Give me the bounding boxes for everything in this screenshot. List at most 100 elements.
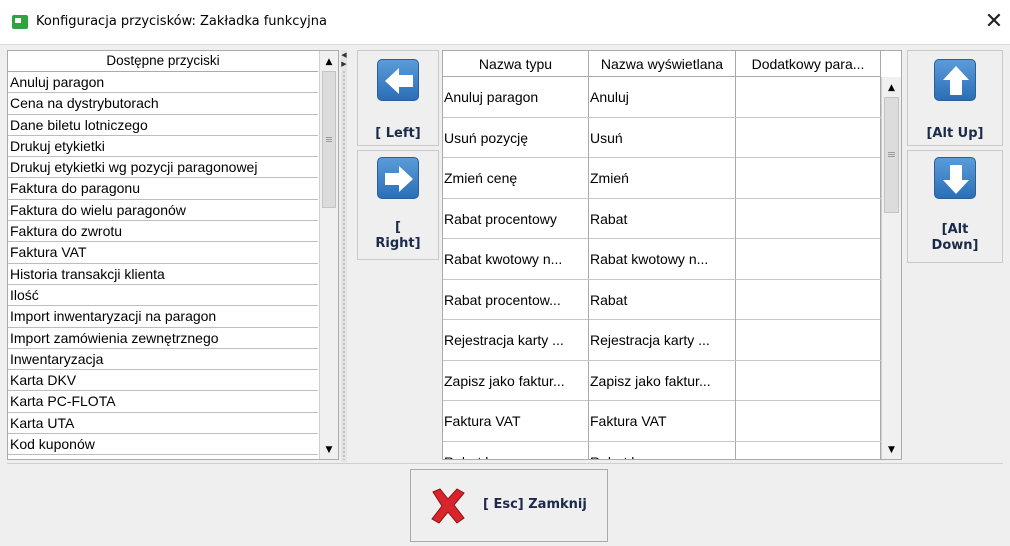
scroll-down-arrow-icon[interactable]: ▼ [320,441,338,459]
available-list-scrollbar[interactable]: ▲ ▼ [319,51,338,459]
scroll-up-arrow-icon[interactable]: ▲ [320,53,338,71]
arrow-down-icon [934,157,976,199]
move-left-label: [ Left] [375,126,421,141]
column-header-display-name[interactable]: Nazwa wyświetlana [589,51,736,77]
cell-display-name[interactable]: Anuluj [589,77,736,117]
cell-display-name[interactable]: Rabat kwotowy n... [589,239,736,279]
panel-splitter[interactable]: ◀ ▶ [341,50,347,462]
window-title: Konfiguracja przycisków: Zakładka funkcy… [36,14,327,29]
cell-extra-param[interactable] [736,401,881,441]
move-up-button[interactable]: [Alt Up] [907,50,1003,146]
cell-extra-param[interactable] [736,117,881,158]
table-row[interactable]: Zmień cenę Zmień [443,158,881,199]
table-scrollbar[interactable]: ▲ ▼ [881,77,901,459]
cell-type-name[interactable]: Rabat kuponowy [443,441,589,459]
available-buttons-header: Dostępne przyciski [8,51,318,72]
available-buttons-list: Dostępne przyciski Anuluj paragon Cena na… [7,50,339,460]
list-item[interactable]: Drukuj etykietki [8,136,318,158]
cell-display-name[interactable]: Zmień [589,158,736,198]
close-dialog-label: [ Esc] Zamknij [483,497,587,512]
cell-type-name[interactable]: Faktura VAT [443,401,589,441]
splitter-collapse-left-icon[interactable]: ◀ [341,51,347,59]
list-item[interactable]: Karta DKV [8,370,318,392]
list-item[interactable]: Kod kuponów [8,434,318,456]
cell-extra-param[interactable] [736,320,881,360]
list-item[interactable]: Faktura VAT [8,242,318,264]
cell-display-name[interactable]: Rabat kuponowy [589,441,736,459]
table-row[interactable]: Rabat procentowy Rabat [443,198,881,239]
close-dialog-button[interactable]: [ Esc] Zamknij [410,469,608,542]
cell-display-name[interactable]: Zapisz jako faktur... [589,360,736,401]
table-header: Nazwa typu Nazwa wyświetlana Dodatkowy p… [443,51,881,77]
move-left-button[interactable]: [ Left] [357,50,439,146]
dialog-content: Dostępne przyciski Anuluj paragon Cena na… [0,45,1010,546]
arrow-up-icon [934,59,976,101]
column-header-type-name[interactable]: Nazwa typu [443,51,589,77]
list-item[interactable]: Karta UTA [8,413,318,435]
cell-type-name[interactable]: Usuń pozycję [443,117,589,158]
list-item[interactable]: Historia transakcji klienta [8,264,318,285]
table-row[interactable]: Rabat procentow... Rabat [443,279,881,320]
cell-display-name[interactable]: Faktura VAT [589,401,736,441]
table-row[interactable]: Zapisz jako faktur... Zapisz jako faktur.… [443,360,881,401]
cell-display-name[interactable]: Rabat [589,198,736,239]
move-right-button[interactable]: [ Right] [357,150,439,260]
list-item[interactable]: Import inwentaryzacji na paragon [8,306,318,328]
cell-extra-param[interactable] [736,279,881,320]
list-item[interactable]: Drukuj etykietki wg pozycji paragonowej [8,157,318,179]
cell-display-name[interactable]: Rejestracja karty ... [589,320,736,360]
move-down-label-line1: [Alt [941,222,969,237]
cell-extra-param[interactable] [736,198,881,239]
move-down-button[interactable]: [Alt Down] [907,150,1003,263]
cell-extra-param[interactable] [736,77,881,117]
available-list-scroll-thumb[interactable] [322,71,336,208]
list-item[interactable]: Ilość [8,285,318,307]
title-bar: Konfiguracja przycisków: Zakładka funkcy… [0,0,1010,45]
list-item[interactable]: Faktura do zwrotu [8,221,318,243]
move-down-label-line2: Down] [931,238,979,253]
cell-type-name[interactable]: Zapisz jako faktur... [443,360,589,401]
available-buttons-rows: Anuluj paragon Cena na dystrybutorach Dane… [8,72,318,456]
list-item[interactable]: Faktura do paragonu [8,178,318,200]
list-item[interactable]: Dane biletu lotniczego [8,115,318,136]
table-scroll-thumb[interactable] [884,97,899,213]
table-scroll-down-arrow-icon[interactable]: ▼ [882,441,901,459]
selected-buttons-table: Nazwa typu Nazwa wyświetlana Dodatkowy p… [442,50,902,460]
table-row[interactable]: Usuń pozycję Usuń [443,117,881,158]
cell-extra-param[interactable] [736,158,881,198]
cell-type-name[interactable]: Rejestracja karty ... [443,320,589,360]
cell-type-name[interactable]: Anuluj paragon [443,77,589,117]
list-item[interactable]: Anuluj paragon [8,72,318,94]
splitter-expand-right-icon[interactable]: ▶ [341,60,347,68]
cell-type-name[interactable]: Rabat procentowy [443,198,589,239]
move-right-label-line1: [ [395,220,401,235]
table-row[interactable]: Faktura VAT Faktura VAT [443,401,881,442]
table-row[interactable]: Anuluj paragon Anuluj [443,77,881,118]
table-row[interactable]: Rabat kwotowy n... Rabat kwotowy n... [443,239,881,280]
red-x-icon [429,488,467,524]
list-item[interactable]: Inwentaryzacja [8,349,318,371]
cell-display-name[interactable]: Usuń [589,117,736,158]
table-row[interactable]: Rabat kuponowyRabat kuponowy [443,441,881,459]
cell-type-name[interactable]: Rabat kwotowy n... [443,239,589,279]
app-icon [12,15,28,29]
cell-extra-param[interactable] [736,239,881,279]
move-right-label-line2: Right] [375,236,421,251]
arrow-right-icon [377,157,419,199]
column-header-extra-param[interactable]: Dodatkowy para... [736,51,881,77]
list-item[interactable]: Faktura do wielu paragonów [8,200,318,222]
list-item[interactable]: Cena na dystrybutorach [8,93,318,115]
cell-extra-param[interactable] [736,441,881,459]
list-item[interactable]: Import zamówienia zewnętrznego [8,328,318,349]
table-row[interactable]: Rejestracja karty ... Rejestracja karty .… [443,320,881,361]
move-up-label: [Alt Up] [926,126,984,141]
cell-extra-param[interactable] [736,360,881,401]
list-item[interactable]: Karta PC-FLOTA [8,391,318,413]
window-close-button[interactable]: ✕ [982,8,1006,36]
table-scroll-up-arrow-icon[interactable]: ▲ [882,79,901,97]
cell-display-name[interactable]: Rabat [589,279,736,320]
cell-type-name[interactable]: Rabat procentow... [443,279,589,320]
table-body: Anuluj paragon Anuluj Usuń pozycję Usuń Zmie… [443,77,881,459]
arrow-left-icon [377,59,419,101]
cell-type-name[interactable]: Zmień cenę [443,158,589,198]
